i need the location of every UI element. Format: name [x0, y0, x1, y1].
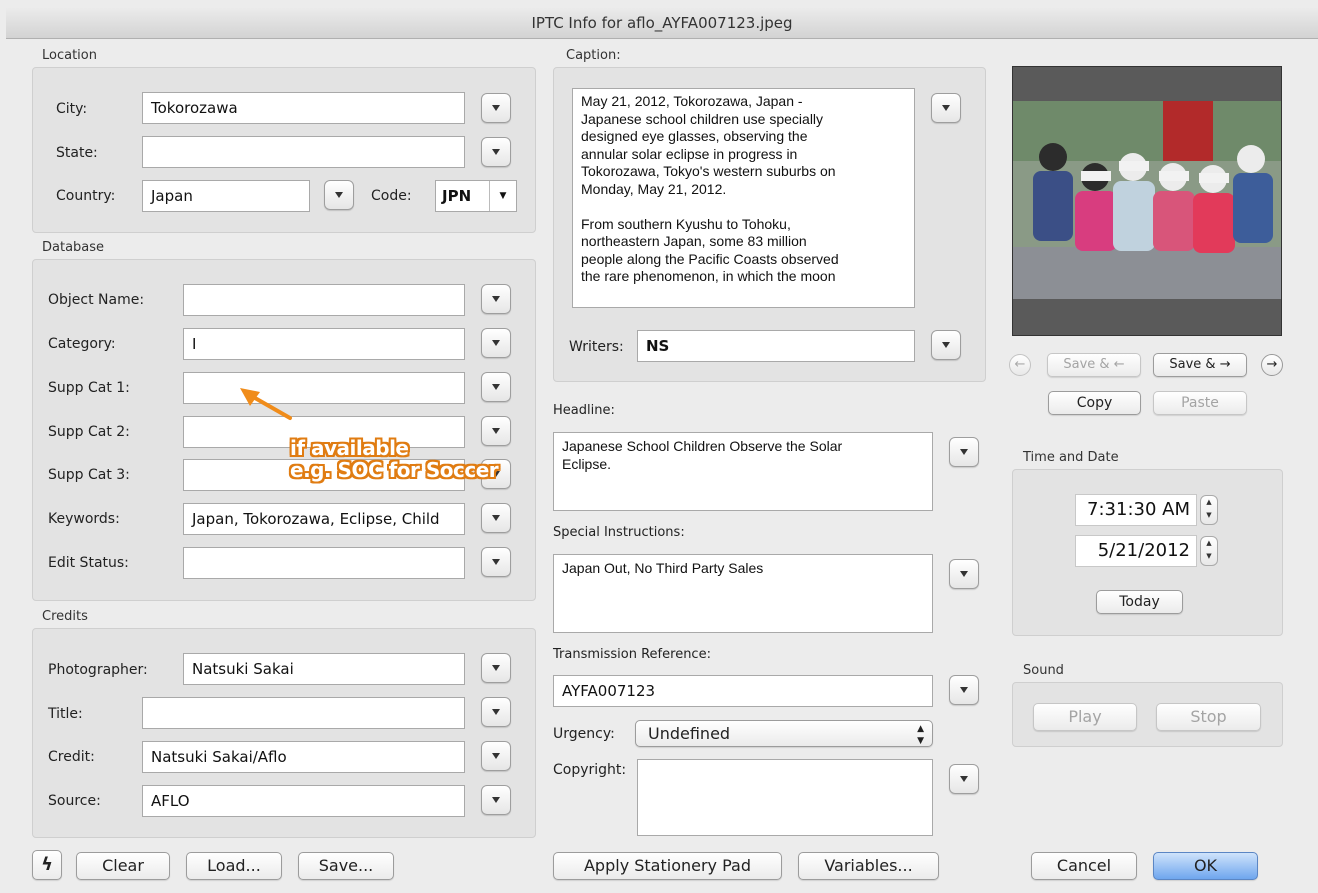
edit-status-field[interactable]: [183, 547, 465, 579]
caption-dropdown-button[interactable]: [931, 93, 961, 123]
save-button[interactable]: Save...: [298, 852, 394, 880]
urgency-updown-icon: ▲ ▼: [917, 724, 924, 746]
transmission-reference-field[interactable]: AYFA007123: [553, 675, 933, 707]
title-label: Title:: [48, 706, 83, 722]
save-previous-button[interactable]: Save & ←: [1047, 353, 1141, 377]
special-instructions-textarea[interactable]: Japan Out, No Third Party Sales: [553, 554, 933, 633]
object-name-dropdown-button[interactable]: [481, 284, 511, 314]
urgency-select[interactable]: Undefined ▲ ▼: [635, 720, 933, 747]
special-instructions-dropdown-button[interactable]: [949, 559, 979, 589]
photographer-field[interactable]: Natsuki Sakai: [183, 653, 465, 685]
copyright-label: Copyright:: [553, 762, 627, 778]
credit-label: Credit:: [48, 749, 95, 765]
urgency-label: Urgency:: [553, 726, 615, 742]
title-dropdown-button[interactable]: [481, 697, 511, 727]
variables-button[interactable]: Variables...: [798, 852, 939, 880]
category-label: Category:: [48, 336, 116, 352]
state-dropdown-button[interactable]: [481, 137, 511, 167]
urgency-value: Undefined: [648, 724, 731, 743]
ok-button[interactable]: OK: [1153, 852, 1258, 880]
country-label: Country:: [56, 188, 116, 204]
country-field[interactable]: Japan: [142, 180, 310, 212]
headline-textarea[interactable]: Japanese School Children Observe the Sol…: [553, 432, 933, 511]
credit-dropdown-button[interactable]: [481, 741, 511, 771]
code-label: Code:: [371, 188, 412, 204]
caption-textarea[interactable]: May 21, 2012, Tokorozawa, Japan - Japane…: [572, 88, 915, 308]
keywords-label: Keywords:: [48, 511, 120, 527]
window-title: IPTC Info for aflo_AYFA007123.jpeg: [6, 8, 1318, 39]
transmission-reference-label: Transmission Reference:: [553, 647, 711, 662]
clear-button[interactable]: Clear: [76, 852, 170, 880]
special-instructions-label: Special Instructions:: [553, 525, 685, 540]
country-dropdown-button[interactable]: [324, 180, 354, 210]
load-button[interactable]: Load...: [186, 852, 282, 880]
location-section-label: Location: [42, 48, 97, 63]
caption-label: Caption:: [566, 48, 621, 63]
code-chevron-down-icon: ▼: [489, 181, 516, 211]
apply-stationery-pad-button[interactable]: Apply Stationery Pad: [553, 852, 782, 880]
supp-cat-1-label: Supp Cat 1:: [48, 380, 130, 396]
annotation-line-2: e.g. SOC for Soccer: [290, 458, 499, 482]
lightning-icon[interactable]: ϟ: [32, 850, 62, 880]
city-label: City:: [56, 101, 88, 117]
credits-section-label: Credits: [42, 609, 88, 624]
image-preview: [1012, 66, 1282, 336]
time-stepper[interactable]: ▲ ▼: [1200, 495, 1218, 525]
writers-label: Writers:: [569, 339, 624, 355]
city-dropdown-button[interactable]: [481, 93, 511, 123]
play-button[interactable]: Play: [1033, 703, 1137, 731]
annotation-arrow-icon: [240, 388, 292, 420]
state-field[interactable]: [142, 136, 465, 168]
headline-label: Headline:: [553, 403, 615, 418]
credit-field[interactable]: Natsuki Sakai/Aflo: [142, 741, 465, 773]
sound-section-label: Sound: [1023, 663, 1064, 678]
category-field[interactable]: I: [183, 328, 465, 360]
previous-arrow-button[interactable]: ←: [1009, 354, 1031, 376]
supp-cat-2-label: Supp Cat 2:: [48, 424, 130, 440]
annotation-line-1: if available: [290, 436, 409, 460]
photographer-label: Photographer:: [48, 662, 148, 678]
writers-dropdown-button[interactable]: [931, 330, 961, 360]
source-dropdown-button[interactable]: [481, 785, 511, 815]
annotation-callout: if available e.g. SOC for Soccer: [290, 436, 499, 482]
writers-field[interactable]: NS: [637, 330, 915, 362]
preview-photo: [1013, 101, 1281, 299]
object-name-field[interactable]: [183, 284, 465, 316]
save-next-button[interactable]: Save & →: [1153, 353, 1247, 377]
edit-status-dropdown-button[interactable]: [481, 547, 511, 577]
cancel-button[interactable]: Cancel: [1031, 852, 1137, 880]
copy-button[interactable]: Copy: [1048, 391, 1141, 415]
title-field[interactable]: [142, 697, 465, 729]
city-field[interactable]: Tokorozawa: [142, 92, 465, 124]
copyright-dropdown-button[interactable]: [949, 764, 979, 794]
headline-dropdown-button[interactable]: [949, 437, 979, 467]
time-field[interactable]: 7:31:30 AM: [1075, 494, 1197, 526]
state-label: State:: [56, 145, 98, 161]
code-select[interactable]: JPN ▼: [435, 180, 517, 212]
paste-button[interactable]: Paste: [1153, 391, 1247, 415]
next-arrow-button[interactable]: →: [1261, 354, 1283, 376]
photographer-dropdown-button[interactable]: [481, 653, 511, 683]
supp-cat-1-dropdown-button[interactable]: [481, 372, 511, 402]
supp-cat-3-label: Supp Cat 3:: [48, 467, 130, 483]
category-dropdown-button[interactable]: [481, 328, 511, 358]
code-value: JPN: [442, 187, 472, 205]
copyright-textarea[interactable]: [637, 759, 933, 836]
keywords-dropdown-button[interactable]: [481, 503, 511, 533]
object-name-label: Object Name:: [48, 292, 145, 308]
date-stepper[interactable]: ▲ ▼: [1200, 536, 1218, 566]
stop-button[interactable]: Stop: [1156, 703, 1261, 731]
time-date-section-label: Time and Date: [1023, 450, 1119, 465]
database-section-label: Database: [42, 240, 105, 255]
source-field[interactable]: AFLO: [142, 785, 465, 817]
date-field[interactable]: 5/21/2012: [1075, 535, 1197, 567]
keywords-field[interactable]: Japan, Tokorozawa, Eclipse, Child: [183, 503, 465, 535]
supp-cat-1-field[interactable]: [183, 372, 465, 404]
source-label: Source:: [48, 793, 101, 809]
transmission-reference-dropdown-button[interactable]: [949, 675, 979, 705]
today-button[interactable]: Today: [1096, 590, 1183, 614]
edit-status-label: Edit Status:: [48, 555, 129, 571]
